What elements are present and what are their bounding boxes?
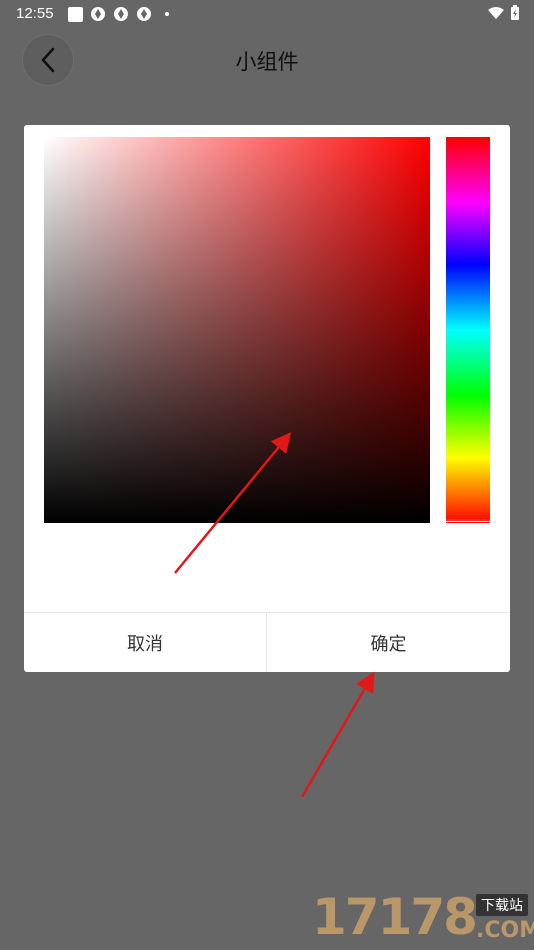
swirl-notification-icon (137, 7, 151, 21)
system-icons (488, 5, 520, 21)
confirm-button[interactable]: 确定 (267, 613, 510, 672)
watermark-logo: 17178 下载站 .COM (308, 888, 534, 950)
wifi-icon (488, 7, 504, 19)
color-picker-dialog: 取消 确定 (24, 125, 510, 672)
notification-icons (68, 6, 169, 22)
status-time: 12:55 (16, 5, 54, 22)
app-notification-icon (68, 6, 83, 22)
hue-slider[interactable] (446, 137, 490, 523)
cancel-button[interactable]: 取消 (24, 613, 266, 672)
saturation-value-square[interactable] (44, 137, 430, 523)
swirl-notification-icon (114, 7, 128, 21)
color-cursor[interactable] (42, 135, 50, 143)
arrow-to-confirm-button (300, 671, 375, 798)
swirl-notification-icon (91, 7, 105, 21)
watermark-number: 17178 (312, 888, 478, 946)
battery-icon (511, 5, 519, 20)
hue-slider-handle[interactable] (446, 519, 490, 522)
app-header: 小组件 (0, 30, 534, 90)
watermark-suffix: .COM (476, 918, 534, 943)
watermark-tag: 下载站 (476, 894, 528, 916)
page-title: 小组件 (235, 50, 299, 74)
more-notifications-icon (165, 12, 169, 16)
status-bar: 12:55 (0, 0, 534, 30)
